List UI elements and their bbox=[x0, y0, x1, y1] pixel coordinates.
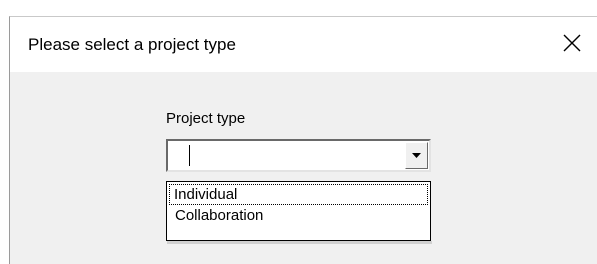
list-item-individual[interactable]: Individual bbox=[169, 184, 428, 205]
dropdown-button[interactable] bbox=[405, 142, 428, 169]
project-type-input[interactable] bbox=[172, 144, 404, 167]
close-icon bbox=[563, 34, 581, 52]
dialog-window: Please select a project type Project typ… bbox=[9, 16, 597, 264]
close-button[interactable] bbox=[551, 17, 597, 72]
title-bar: Please select a project type bbox=[10, 17, 597, 72]
project-type-combobox[interactable] bbox=[166, 139, 431, 172]
dialog-title: Please select a project type bbox=[28, 35, 236, 54]
dialog-body: Project type Individual Collaboration bbox=[10, 72, 597, 264]
project-type-dropdown-list[interactable]: Individual Collaboration bbox=[166, 181, 431, 241]
chevron-down-icon bbox=[412, 153, 421, 158]
project-type-label: Project type bbox=[166, 110, 246, 127]
list-item-collaboration[interactable]: Collaboration bbox=[169, 205, 428, 226]
text-caret bbox=[189, 145, 190, 166]
dropdown-shadow bbox=[167, 241, 432, 244]
